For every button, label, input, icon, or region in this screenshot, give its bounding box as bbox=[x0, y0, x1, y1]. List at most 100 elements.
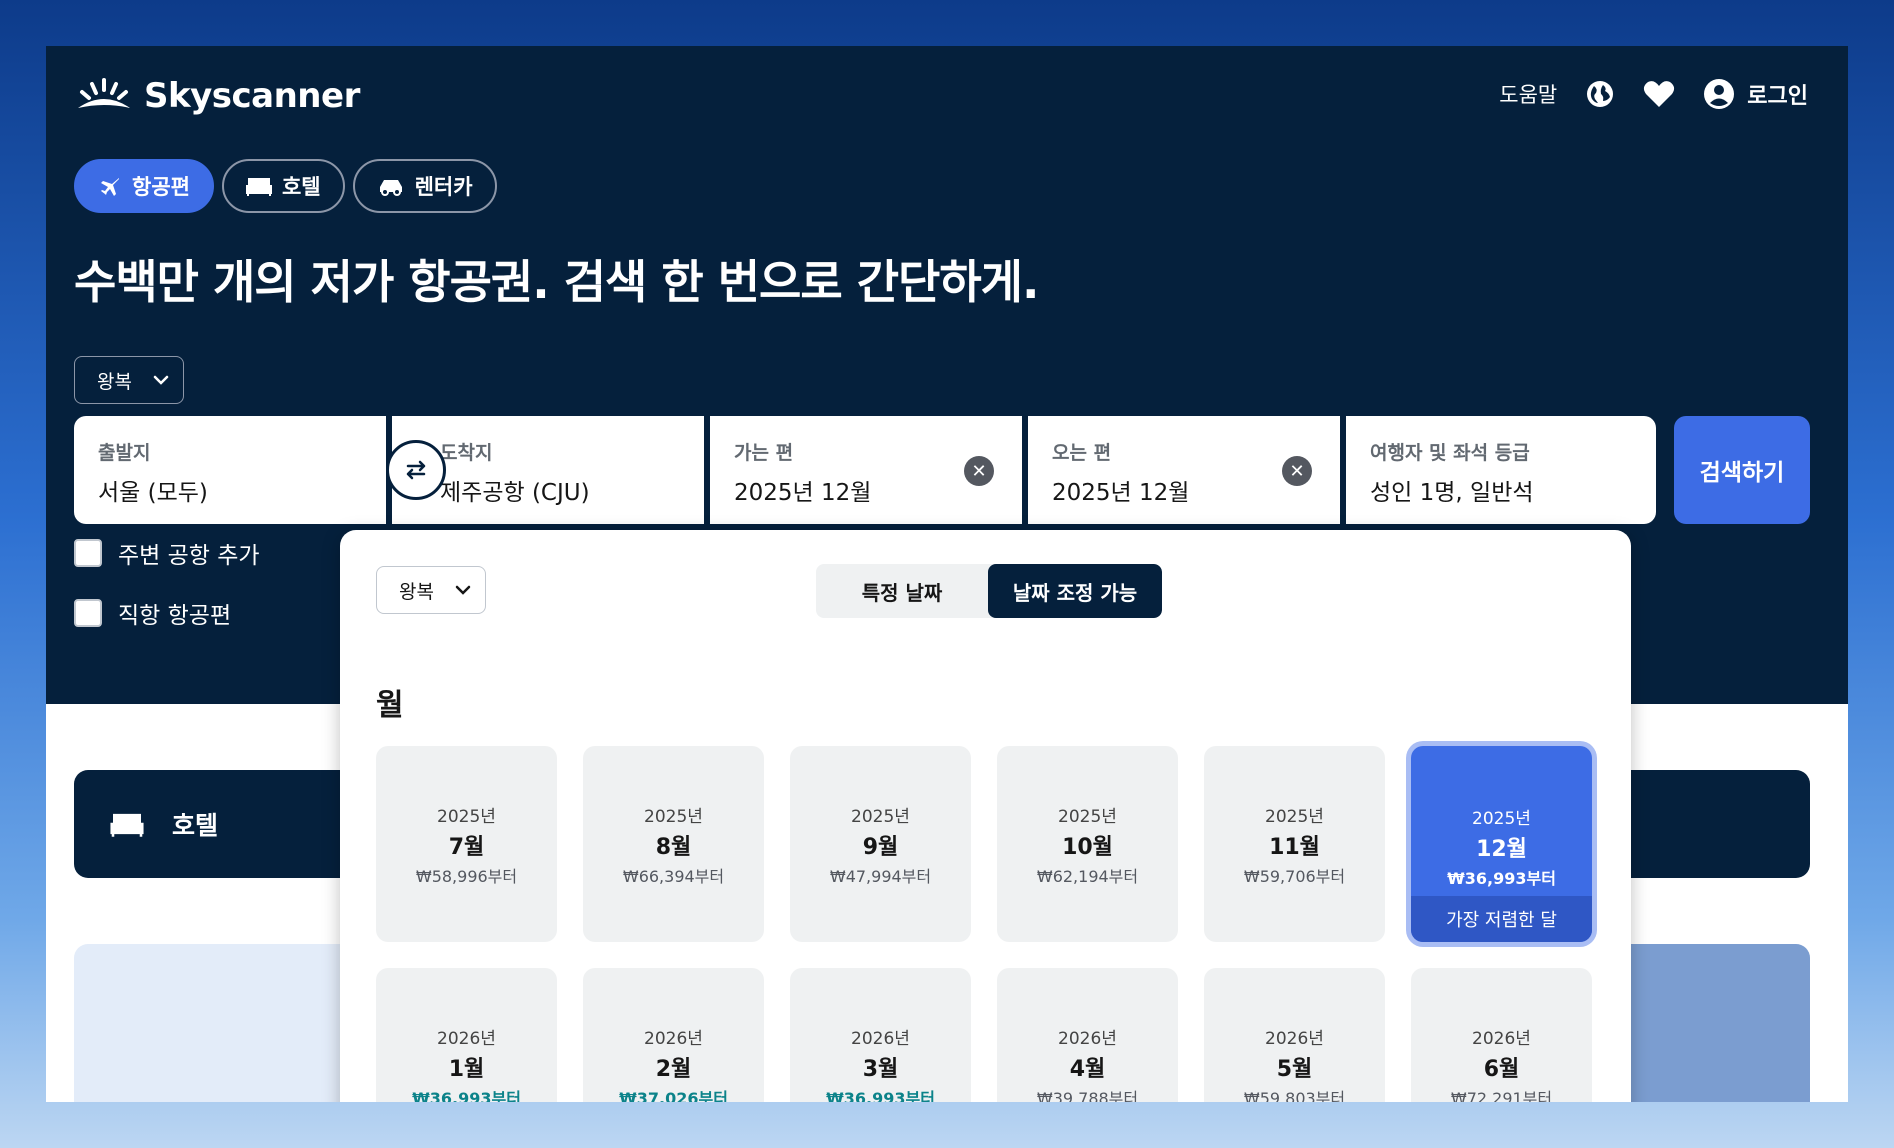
month-price: ₩62,194부터 bbox=[1036, 866, 1139, 886]
tab-hotels[interactable]: 호텔 bbox=[221, 159, 345, 213]
tab-hotels-label: 호텔 bbox=[281, 175, 321, 199]
month-name: 6월 bbox=[1483, 1056, 1520, 1082]
login-label: 로그인 bbox=[1747, 84, 1808, 109]
origin-value: 서울 (모두) bbox=[98, 480, 208, 506]
clear-return-icon[interactable]: ✕ bbox=[1282, 456, 1312, 486]
help-link[interactable]: 도움말 bbox=[1499, 79, 1557, 109]
tab-car-hire[interactable]: 렌터카 bbox=[352, 159, 497, 213]
return-field[interactable]: 오는 편 2025년 12월 ✕ bbox=[1028, 416, 1340, 524]
month-card[interactable]: 2025년 11월 ₩59,706부터 bbox=[1204, 746, 1385, 942]
month-price: ₩72,291부터 bbox=[1450, 1088, 1553, 1103]
clear-depart-icon[interactable]: ✕ bbox=[964, 456, 994, 486]
date-mode-toggle: 특정 날짜 날짜 조정 가능 bbox=[816, 564, 1162, 618]
bed-icon bbox=[245, 178, 272, 196]
month-price: ₩59,803부터 bbox=[1243, 1088, 1346, 1103]
month-name: 8월 bbox=[655, 834, 692, 860]
plane-icon bbox=[101, 178, 119, 196]
skyscanner-logo[interactable]: Skyscanner bbox=[74, 76, 360, 116]
month-card-selected[interactable]: 2025년 12월 ₩36,993부터 가장 저렴한 달 bbox=[1411, 746, 1592, 942]
month-card[interactable]: 2025년 10월 ₩62,194부터 bbox=[997, 746, 1178, 942]
month-price: ₩37,026부터 bbox=[619, 1088, 728, 1103]
nearby-airports-label: 주변 공항 추가 bbox=[118, 543, 260, 569]
origin-label: 출발지 bbox=[98, 442, 151, 464]
month-year: 2025년 bbox=[437, 806, 496, 827]
month-name: 1월 bbox=[448, 1056, 485, 1082]
month-year: 2026년 bbox=[437, 1028, 496, 1049]
month-card[interactable]: 2026년 2월 ₩37,026부터 bbox=[583, 968, 764, 1102]
product-tabs: 항공편 호텔 렌터카 bbox=[74, 159, 497, 213]
chevron-down-icon bbox=[455, 585, 471, 595]
bed-icon bbox=[110, 813, 144, 837]
month-price: ₩47,994부터 bbox=[829, 866, 932, 886]
globe-icon[interactable] bbox=[1585, 79, 1615, 109]
depart-field[interactable]: 가는 편 2025년 12월 ✕ bbox=[710, 416, 1022, 524]
month-price: ₩58,996부터 bbox=[415, 866, 518, 886]
month-year: 2025년 bbox=[1265, 806, 1324, 827]
month-year: 2026년 bbox=[1058, 1028, 1117, 1049]
flexible-dates-tab[interactable]: 날짜 조정 가능 bbox=[988, 564, 1162, 618]
month-card[interactable]: 2026년 5월 ₩59,803부터 bbox=[1204, 968, 1385, 1102]
picker-trip-type-value: 왕복 bbox=[399, 580, 434, 603]
logo-text: Skyscanner bbox=[144, 76, 360, 116]
travellers-label: 여행자 및 좌석 등급 bbox=[1370, 442, 1530, 464]
month-price: ₩39,788부터 bbox=[1036, 1088, 1139, 1103]
month-section-title: 월 bbox=[376, 688, 404, 723]
month-card[interactable]: 2026년 4월 ₩39,788부터 bbox=[997, 968, 1178, 1102]
month-price: ₩36,993부터 bbox=[826, 1088, 935, 1103]
month-name: 10월 bbox=[1062, 834, 1113, 860]
month-grid: 2025년 7월 ₩58,996부터 2025년 8월 ₩66,394부터 20… bbox=[376, 746, 1592, 1102]
month-year: 2026년 bbox=[1265, 1028, 1324, 1049]
month-year: 2025년 bbox=[851, 806, 910, 827]
origin-field[interactable]: 출발지 서울 (모두) bbox=[74, 416, 446, 524]
month-name: 4월 bbox=[1069, 1056, 1106, 1082]
travellers-field[interactable]: 여행자 및 좌석 등급 성인 1명, 일반석 bbox=[1346, 416, 1656, 524]
month-card[interactable]: 2025년 8월 ₩66,394부터 bbox=[583, 746, 764, 942]
return-label: 오는 편 bbox=[1052, 442, 1112, 464]
month-price: ₩36,993부터 bbox=[1447, 869, 1556, 888]
picker-trip-type-select[interactable]: 왕복 bbox=[376, 566, 486, 614]
promo-card-image bbox=[1626, 944, 1810, 1102]
destination-value: 제주공항 (CJU) bbox=[440, 480, 590, 506]
month-price: ₩36,993부터 bbox=[412, 1088, 521, 1103]
top-nav: 도움말 로그인 bbox=[1499, 78, 1808, 110]
chevron-down-icon bbox=[153, 375, 169, 385]
sunrise-logo-icon bbox=[78, 78, 130, 108]
destination-label: 도착지 bbox=[440, 442, 493, 464]
swap-button[interactable] bbox=[386, 440, 446, 500]
page-headline: 수백만 개의 저가 항공권. 검색 한 번으로 간단하게. bbox=[74, 255, 1039, 309]
month-name: 11월 bbox=[1269, 834, 1320, 860]
tab-flights[interactable]: 항공편 bbox=[74, 159, 214, 213]
direct-flights-label: 직항 항공편 bbox=[118, 603, 232, 629]
direct-flights-checkbox[interactable] bbox=[74, 599, 102, 627]
month-card[interactable]: 2026년 6월 ₩72,291부터 bbox=[1411, 968, 1592, 1102]
nearby-airports-option[interactable]: 주변 공항 추가 bbox=[74, 536, 260, 570]
hotel-banner-label: 호텔 bbox=[172, 811, 219, 840]
car-icon bbox=[379, 180, 402, 196]
month-name: 12월 bbox=[1476, 837, 1527, 862]
nearby-airports-checkbox[interactable] bbox=[74, 539, 102, 567]
month-year: 2026년 bbox=[644, 1028, 703, 1049]
month-price: ₩59,706부터 bbox=[1243, 866, 1346, 886]
month-name: 9월 bbox=[862, 834, 899, 860]
month-card[interactable]: 2026년 3월 ₩36,993부터 bbox=[790, 968, 971, 1102]
search-button[interactable]: 검색하기 bbox=[1674, 416, 1810, 524]
depart-label: 가는 편 bbox=[734, 442, 794, 464]
heart-icon[interactable] bbox=[1643, 79, 1675, 109]
trip-type-value: 왕복 bbox=[97, 370, 132, 393]
month-name: 7월 bbox=[448, 834, 485, 860]
browser-viewport: Skyscanner 도움말 로그인 항공편 호텔 렌터카 수백만 개의 저가 … bbox=[46, 46, 1848, 1102]
flight-search-form: 출발지 서울 (모두) 도착지 제주공항 (CJU) 가는 편 2025년 12… bbox=[74, 416, 1810, 524]
account-icon bbox=[1704, 79, 1735, 109]
month-card[interactable]: 2025년 9월 ₩47,994부터 bbox=[790, 746, 971, 942]
direct-flights-option[interactable]: 직항 항공편 bbox=[74, 596, 231, 630]
login-button[interactable]: 로그인 bbox=[1703, 78, 1808, 110]
tab-flights-label: 항공편 bbox=[132, 175, 190, 199]
month-card[interactable]: 2025년 7월 ₩58,996부터 bbox=[376, 746, 557, 942]
month-card[interactable]: 2026년 1월 ₩36,993부터 bbox=[376, 968, 557, 1102]
month-year: 2026년 bbox=[1472, 1028, 1531, 1049]
trip-type-select[interactable]: 왕복 bbox=[74, 356, 184, 404]
month-name: 5월 bbox=[1276, 1056, 1313, 1082]
month-year: 2026년 bbox=[851, 1028, 910, 1049]
specific-dates-tab[interactable]: 특정 날짜 bbox=[816, 564, 988, 618]
month-year: 2025년 bbox=[644, 806, 703, 827]
